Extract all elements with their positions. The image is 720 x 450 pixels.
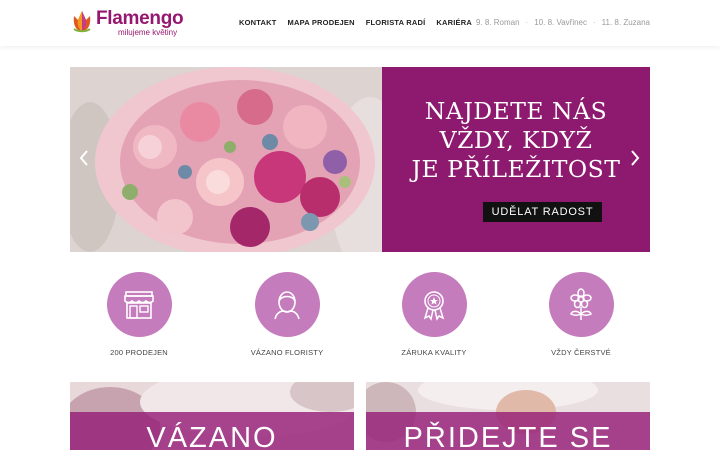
nameday-item: 9. 8. Roman [475, 18, 520, 27]
flower-icon [570, 287, 592, 320]
nameday-separator: · [525, 18, 529, 27]
quality-badge-icon [423, 290, 445, 321]
site-header: Flamengo milujeme květiny KONTAKT MAPA P… [0, 0, 720, 46]
chevron-right-icon [631, 150, 640, 166]
feature-label: 200 PRODEJEN [110, 348, 168, 357]
florist-icon [274, 290, 300, 319]
feature-circle [401, 272, 467, 337]
feature-fresh: VŽDY ČERSTVÉ [526, 272, 636, 357]
tulip-logo-icon [73, 11, 91, 33]
feature-circle [254, 272, 320, 337]
hero-cta-button[interactable]: UDĚLAT RADOST [483, 202, 602, 222]
nameday-item: 10. 8. Vavřinec [534, 18, 587, 27]
card-title: PŘIDEJTE SE [403, 422, 613, 450]
card-pridejte-se[interactable]: PŘIDEJTE SE [366, 382, 650, 450]
slider-next-button[interactable] [628, 148, 642, 168]
feature-label: VÁZANO FLORISTY [250, 348, 324, 357]
nav-kontakt[interactable]: KONTAKT [239, 18, 277, 27]
hero-bouquet-image [70, 67, 382, 252]
feature-label: VŽDY ČERSTVÉ [551, 348, 611, 357]
nav-mapa-prodejen[interactable]: MAPA PRODEJEN [288, 18, 355, 27]
feature-stores: 200 PRODEJEN [84, 272, 194, 357]
feature-florist: VÁZANO FLORISTY [232, 272, 342, 357]
slider-prev-button[interactable] [77, 148, 91, 168]
nav-kariera[interactable]: KARIÉRA [436, 18, 472, 27]
hero-title-line: NAJDETE NÁS [424, 97, 608, 125]
logo-tagline: milujeme květiny [118, 28, 178, 37]
hero-title: NAJDETE NÁS VŽDY, KDYŽ JE PŘÍLEŽITOST [382, 97, 650, 184]
logo-name: Flamengo [96, 8, 184, 29]
logo[interactable]: Flamengo milujeme květiny [72, 8, 184, 37]
feature-quality: ZÁRUKA KVALITY [379, 272, 489, 357]
storefront-icon [124, 290, 154, 319]
feature-label: ZÁRUKA KVALITY [401, 348, 467, 357]
nameday-separator: · [593, 18, 596, 27]
card-title: VÁZANO [146, 422, 278, 450]
namedays: 9. 8. Roman · 10. 8. Vavřinec · 11. 8. Z… [476, 18, 650, 27]
feature-circle [106, 272, 172, 337]
main-nav: KONTAKT MAPA PRODEJEN FLORISTA RADÍ KARI… [239, 18, 472, 27]
nav-florista-radi[interactable]: FLORISTA RADÍ [366, 18, 426, 27]
feature-circle [548, 272, 614, 337]
hero-title-line: VŽDY, KDYŽ [439, 126, 593, 154]
card-vazano[interactable]: VÁZANO [70, 382, 354, 450]
nameday-item: 11. 8. Zuzana [601, 18, 650, 27]
hero-title-line: JE PŘÍLEŽITOST [411, 155, 621, 183]
chevron-left-icon [79, 150, 88, 166]
